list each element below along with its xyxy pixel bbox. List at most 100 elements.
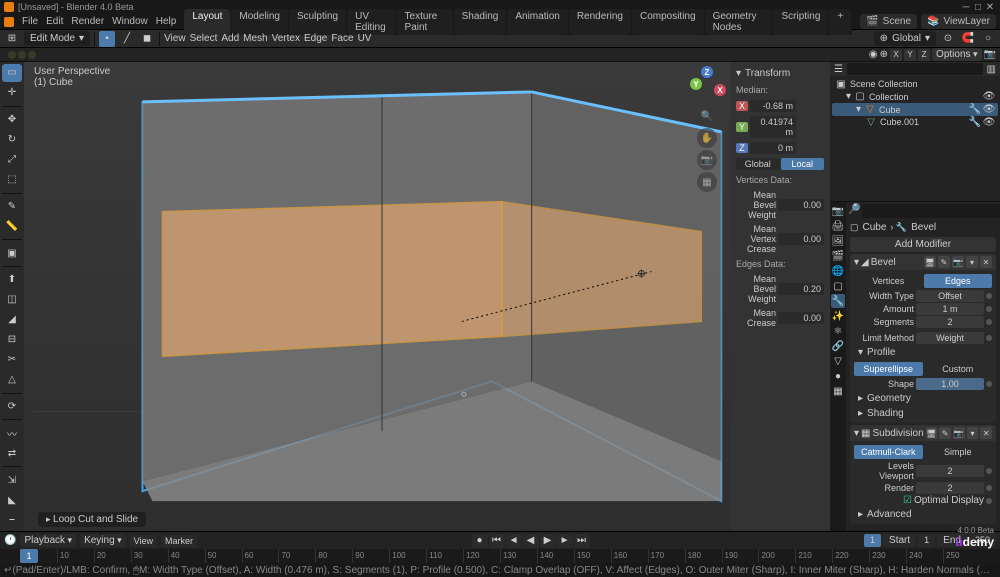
orbit-gizmo[interactable]: Z Y X <box>688 66 726 104</box>
prev-key-icon[interactable]: ◄ <box>506 534 522 548</box>
tool-scale[interactable]: ⤢ <box>2 151 22 169</box>
prop-mesh-icon[interactable]: ▽ <box>831 354 845 368</box>
prop-output-icon[interactable]: 🖨 <box>831 219 845 233</box>
cube001-item[interactable]: ▽Cube.001🔧👁 <box>832 116 998 128</box>
display-edit-icon[interactable]: ✎ <box>939 427 951 439</box>
mbwe-value[interactable]: 0.20 <box>778 283 824 295</box>
superellipse-button[interactable]: Superellipse <box>854 362 923 376</box>
timeline-ruler[interactable]: 0102030405060708090100110120130140150160… <box>0 549 1000 563</box>
custom-button[interactable]: Custom <box>924 362 993 376</box>
npanel-header[interactable]: ▾ Transform <box>732 66 828 81</box>
menu-face[interactable]: Face <box>331 33 353 44</box>
local-button[interactable]: Local <box>781 158 825 170</box>
shading-section[interactable]: ▸ Shading <box>854 406 992 421</box>
scene-collection-item[interactable]: ▣Scene Collection <box>832 78 998 90</box>
menu-window[interactable]: Window <box>112 16 148 27</box>
prop-render-icon[interactable]: 📷 <box>831 204 845 218</box>
outliner-search[interactable] <box>847 63 983 75</box>
menu-help[interactable]: Help <box>156 16 177 27</box>
prop-modifier-icon[interactable]: 🔧 <box>831 294 845 308</box>
tool-knife[interactable]: ✂ <box>2 351 22 369</box>
dropdown-icon[interactable]: ▾ <box>967 427 979 439</box>
x-value[interactable]: -0.68 m <box>750 100 796 112</box>
tool-shear[interactable]: ◣ <box>2 491 22 509</box>
tool-polybuild[interactable]: △ <box>2 371 22 389</box>
prop-scene-icon[interactable]: 🎬 <box>831 249 845 263</box>
prop-particle-icon[interactable]: ✨ <box>831 309 845 323</box>
tab-shading[interactable]: Shading <box>454 9 507 35</box>
scene-select[interactable]: 🎬Scene <box>860 14 917 29</box>
display-edit-icon[interactable]: ✎ <box>938 256 950 268</box>
camera-view-icon[interactable]: 📷 <box>984 49 996 60</box>
menu-file[interactable]: File <box>22 16 38 27</box>
tab-modeling[interactable]: Modeling <box>231 9 288 35</box>
pivot-icon[interactable]: ⊙ <box>940 31 956 47</box>
close-icon[interactable]: ✕ <box>980 427 992 439</box>
amount-input[interactable]: 1 m <box>916 303 984 315</box>
menu-edge[interactable]: Edge <box>304 33 327 44</box>
tool-measure[interactable]: 📏 <box>2 217 22 235</box>
y-toggle[interactable]: Y <box>904 49 916 61</box>
playback-menu[interactable]: Playback ▾ <box>20 534 76 547</box>
anim-dot-icon[interactable] <box>986 335 992 341</box>
display-render-icon[interactable]: 📷 <box>953 427 965 439</box>
tool-spin[interactable]: ⟳ <box>2 398 22 416</box>
visible-icon[interactable]: 👁 <box>984 92 994 102</box>
levels-render-input[interactable]: 2 <box>916 482 984 494</box>
collection-item[interactable]: ▾▢Collection👁 <box>832 90 998 103</box>
tab-layout[interactable]: Layout <box>184 9 230 35</box>
tab-animation[interactable]: Animation <box>507 9 567 35</box>
prop-material-icon[interactable]: ● <box>831 369 845 383</box>
global-button[interactable]: Global <box>736 158 780 170</box>
viewport-3d[interactable]: User Perspective (1) Cube Z Y X 🔍 ✋ 📷 ▦ … <box>24 62 730 531</box>
wrench-icon[interactable]: 🔧 <box>970 105 980 115</box>
outliner-icon[interactable]: ☰ <box>834 64 843 75</box>
tab-compositing[interactable]: Compositing <box>632 9 704 35</box>
marker-menu[interactable]: Marker <box>161 535 197 547</box>
prop-world-icon[interactable]: 🌐 <box>831 264 845 278</box>
anim-dot-icon[interactable] <box>986 293 992 299</box>
menu-add[interactable]: Add <box>221 33 239 44</box>
current-frame[interactable]: 1 <box>864 534 881 547</box>
tool-rotate[interactable]: ↻ <box>2 131 22 149</box>
anim-dot-icon[interactable] <box>986 485 992 491</box>
geometry-section[interactable]: ▸ Geometry <box>854 391 992 406</box>
prop-object-icon[interactable]: ▢ <box>831 279 845 293</box>
autokey-icon[interactable]: ● <box>472 534 488 548</box>
editor-type-icon[interactable]: ⊞ <box>4 31 20 47</box>
tool-rip[interactable]: ⎯ <box>2 511 22 529</box>
advanced-section[interactable]: ▸ Advanced <box>854 507 992 522</box>
visible-icon[interactable]: 👁 <box>984 105 994 115</box>
tab-uv[interactable]: UV Editing <box>347 9 395 35</box>
prop-physics-icon[interactable]: ⚛ <box>831 324 845 338</box>
start-frame[interactable]: 1 <box>918 534 935 547</box>
profile-section[interactable]: ▾ Profile <box>854 345 992 360</box>
select-edge-button[interactable]: ╱ <box>119 31 135 47</box>
mc-value[interactable]: 0.00 <box>778 312 824 324</box>
display-viewport-icon[interactable]: 🖥 <box>924 256 936 268</box>
tool-slide[interactable]: ⇄ <box>2 444 22 462</box>
mvc-value[interactable]: 0.00 <box>778 233 824 245</box>
bevel-vertices-button[interactable]: Vertices <box>854 274 923 288</box>
anim-dot-icon[interactable] <box>986 468 992 474</box>
options-button[interactable]: Options ▾ <box>932 48 982 61</box>
play-rev-icon[interactable]: ◀ <box>523 534 539 548</box>
tab-rendering[interactable]: Rendering <box>569 9 631 35</box>
simple-button[interactable]: Simple <box>924 445 993 459</box>
tool-extrude[interactable]: ⬆ <box>2 271 22 289</box>
gizmo-icon[interactable]: ⊕ <box>880 49 888 60</box>
chevron-down-icon[interactable]: ▾ <box>854 428 859 439</box>
zoom-button[interactable]: 🔍 <box>697 106 717 126</box>
tool-loopcut[interactable]: ⊟ <box>2 331 22 349</box>
visible-icon[interactable]: 👁 <box>984 117 994 127</box>
z-value[interactable]: 0 m <box>750 142 796 154</box>
shape-input[interactable]: 1.00 <box>916 378 984 390</box>
limit-select[interactable]: Weight <box>916 332 984 344</box>
jump-start-icon[interactable]: ⏮ <box>489 534 505 548</box>
anim-dot-icon[interactable] <box>986 306 992 312</box>
menu-vertex[interactable]: Vertex <box>272 33 300 44</box>
tool-select[interactable]: ▭ <box>2 64 22 82</box>
props-search[interactable] <box>862 204 1000 218</box>
mode-select[interactable]: Edit Mode▾ <box>24 31 90 46</box>
tool-bevel[interactable]: ◢ <box>2 311 22 329</box>
